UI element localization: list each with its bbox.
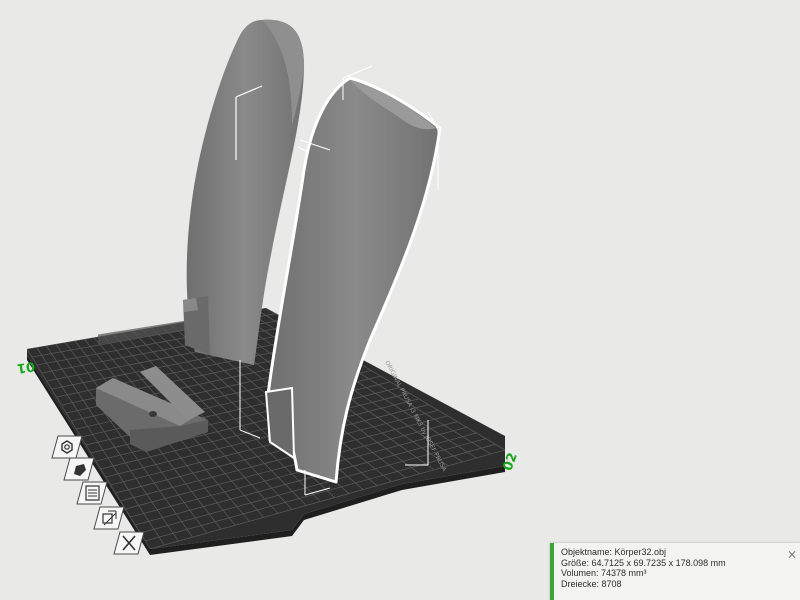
object-name: Objektname: Körper32.obj (561, 547, 667, 557)
object-volume: Volumen: 74378 mm³ (561, 568, 647, 579)
toolbar-delete-button[interactable] (112, 530, 146, 556)
close-icon (113, 531, 145, 555)
object-info-panel: Objektname: Körper32.obj Größe: 64.7125 … (550, 543, 800, 600)
layers-list-icon (76, 481, 108, 505)
object-triangles: Dreiecke: 8708 (561, 578, 622, 589)
close-icon[interactable]: ⨯ (786, 548, 798, 560)
arrange-icon (93, 506, 125, 530)
toolbar-arrange-button[interactable] (92, 505, 126, 531)
toolbar-object-settings-button[interactable] (62, 456, 96, 482)
toolbar-layers-button[interactable] (75, 480, 109, 506)
object-size: Größe: 64.7125 x 69.7235 x 178.098 mm (561, 557, 726, 568)
bed-label-left: 01 (16, 358, 36, 375)
pen-icon (63, 457, 95, 481)
